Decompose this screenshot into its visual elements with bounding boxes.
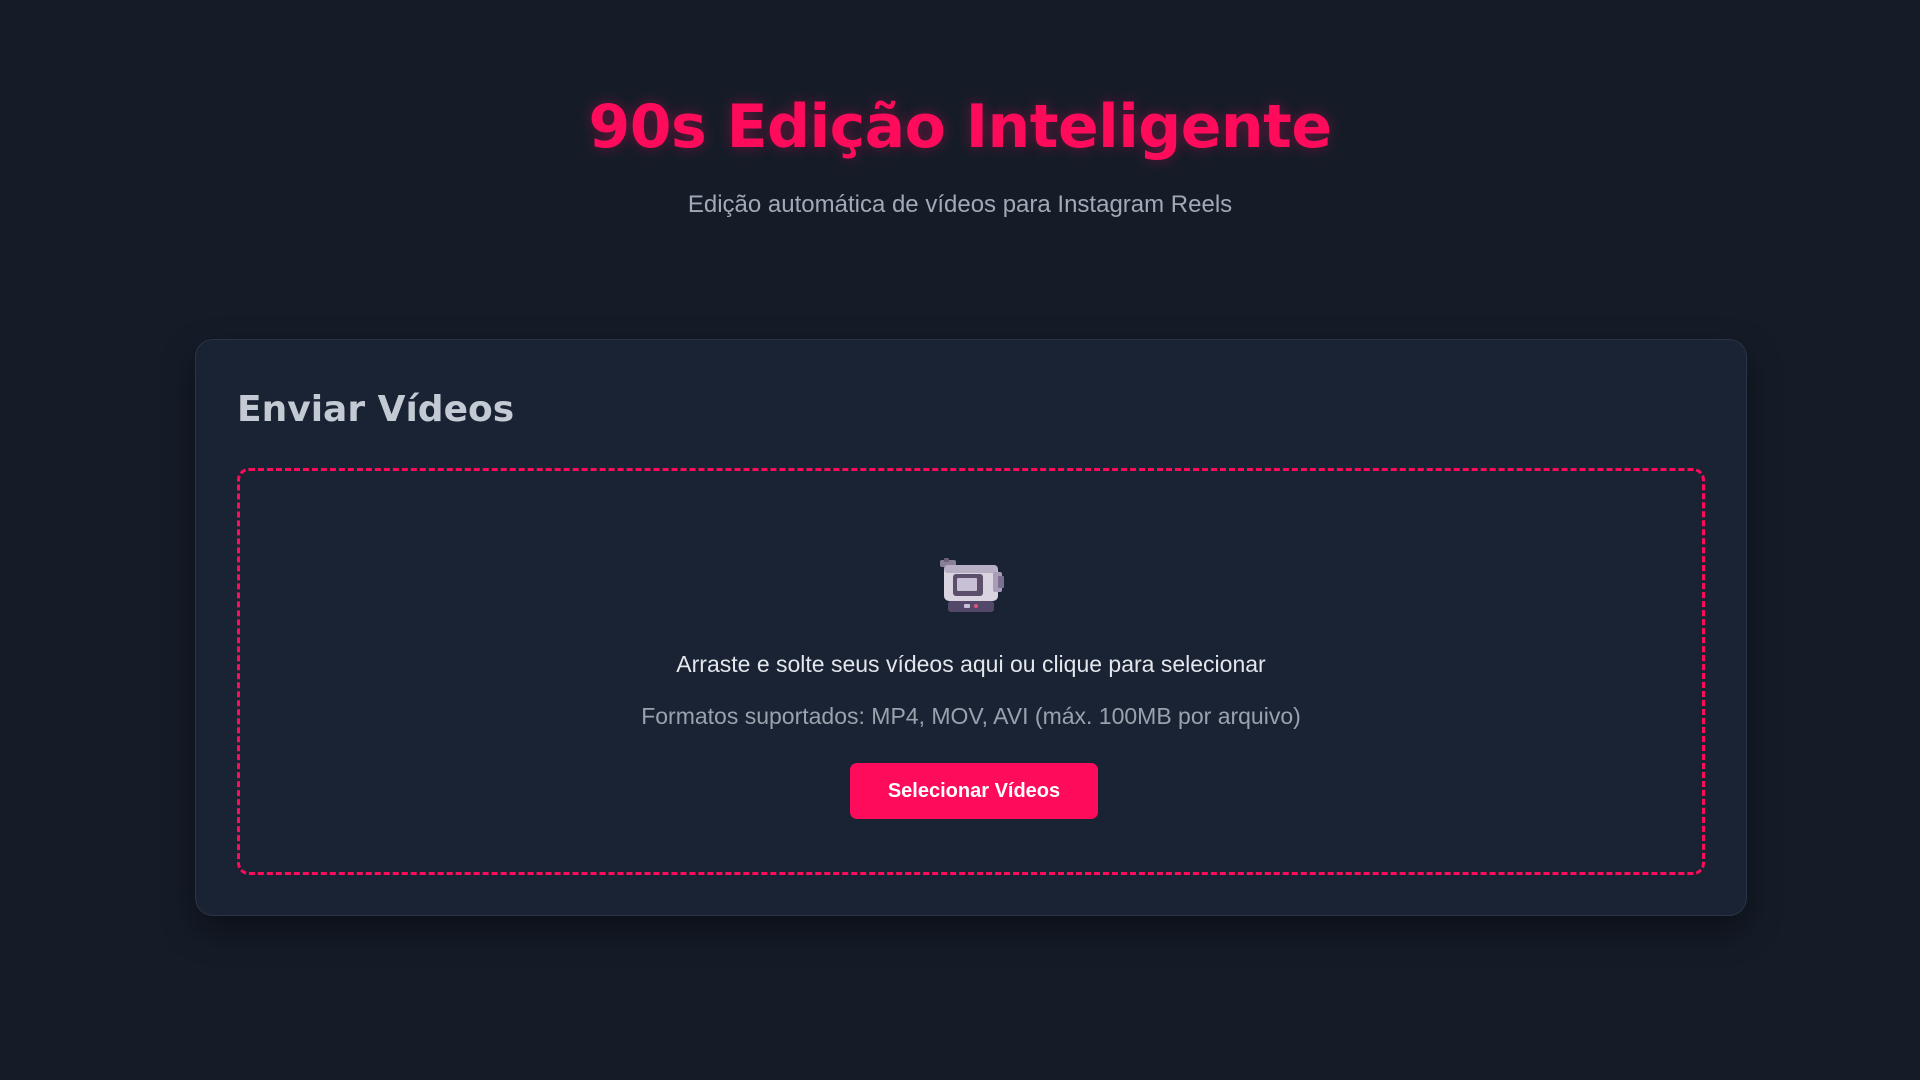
dropzone-instruction: Arraste e solte seus vídeos aqui ou cliq… — [676, 651, 1266, 677]
video-camera-icon — [940, 558, 1004, 612]
app-subtitle: Edição automática de vídeos para Instagr… — [687, 191, 1233, 218]
dropzone-formats: Formatos suportados: MP4, MOV, AVI (máx.… — [641, 703, 1301, 729]
video-dropzone[interactable]: Arraste e solte seus vídeos aqui ou cliq… — [237, 468, 1705, 875]
upload-card: Enviar Vídeos Arraste e solte seus vídeo… — [195, 339, 1747, 916]
page: 90s Edição Inteligente Edição automática… — [0, 0, 1920, 1080]
app-header: 90s Edição Inteligente Edição automática… — [0, 82, 1920, 220]
app-title: 90s Edição Inteligente — [588, 92, 1332, 162]
select-videos-button[interactable]: Selecionar Vídeos — [850, 763, 1098, 819]
upload-card-title: Enviar Vídeos — [237, 389, 515, 430]
